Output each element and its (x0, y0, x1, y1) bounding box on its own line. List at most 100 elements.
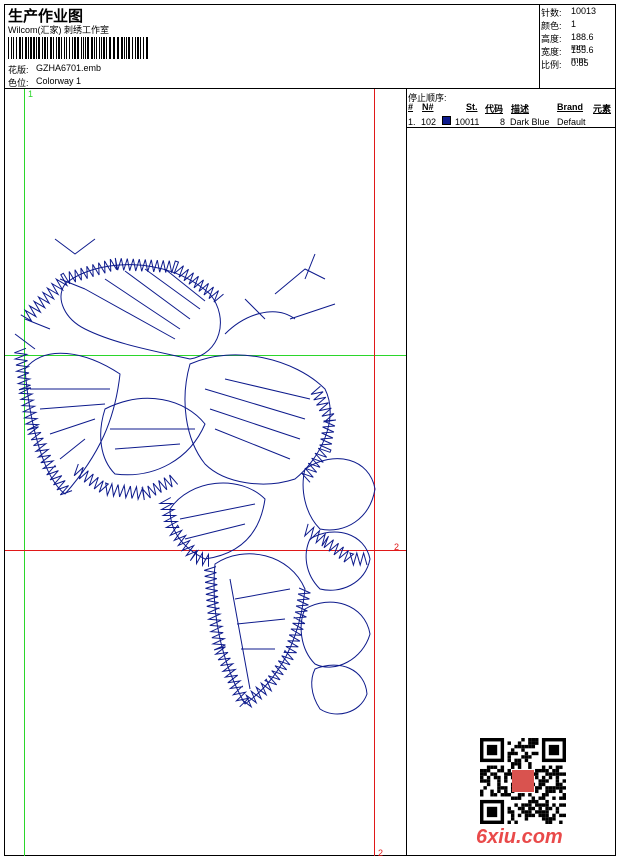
stat-colors: 颜色: 1 (541, 19, 576, 32)
row-code: 10011 (455, 117, 480, 127)
qr-module (517, 796, 522, 800)
barcode-bar (103, 37, 105, 59)
barcode-bar (83, 37, 84, 59)
qr-module (528, 755, 532, 759)
qr-module (538, 796, 542, 800)
qr-module (490, 793, 494, 797)
qr-module (486, 768, 491, 773)
satin-stitch-edge (204, 566, 251, 708)
qr-module (548, 775, 553, 780)
barcode-bar (117, 37, 119, 59)
qr-module (545, 813, 549, 818)
qr-module (528, 793, 532, 797)
barcode-bar (47, 37, 48, 59)
qr-module (497, 779, 501, 783)
qr-module (545, 810, 549, 814)
col-element: 元素 (593, 104, 612, 114)
qr-module (541, 768, 546, 773)
barcode-bar (106, 37, 107, 59)
qr-module (552, 796, 556, 800)
stop-table-divider (406, 127, 616, 128)
qr-module (531, 751, 536, 756)
qr-module (528, 806, 532, 811)
qr-module (538, 813, 542, 818)
qr-module (531, 796, 536, 800)
qr-module (559, 782, 563, 787)
qr-module (524, 810, 529, 814)
barcode-bar (135, 37, 136, 59)
qr-module (541, 775, 546, 780)
qr-module (541, 817, 546, 821)
qr-module (507, 755, 511, 759)
barcode-bar (16, 37, 17, 59)
qr-module (507, 772, 511, 776)
qr-module (507, 741, 511, 745)
qr-module (555, 779, 560, 783)
qr-module (507, 793, 511, 797)
qr-module (545, 793, 549, 797)
qr-module (510, 748, 515, 752)
qr-module (562, 793, 566, 797)
qr-finder (486, 806, 498, 818)
qr-module (517, 806, 522, 811)
qr-finder (548, 744, 560, 756)
qr-module (480, 775, 484, 780)
qr-module (480, 793, 484, 797)
qr-module (559, 796, 563, 800)
side-panel-divider (406, 88, 407, 856)
qr-module (521, 793, 525, 797)
qr-module (545, 789, 549, 794)
qr-module (562, 803, 566, 807)
stat-label: 高度: (541, 34, 562, 44)
embroidery-design (13, 238, 376, 715)
qr-module (510, 796, 515, 800)
stats-divider (539, 4, 540, 88)
qr-module (538, 768, 542, 773)
barcode-bar (126, 37, 127, 59)
branch-shape (224, 253, 336, 335)
qr-module (524, 744, 529, 749)
qr-module (559, 772, 563, 776)
qr-module (531, 799, 536, 804)
barcode-bar (38, 37, 40, 59)
qr-module (548, 765, 553, 769)
barcode-bar (140, 37, 141, 59)
qr-module (559, 786, 563, 790)
qr-module (555, 775, 560, 780)
qr-module (528, 741, 532, 745)
qr-module (493, 772, 498, 776)
barcode-bar (77, 37, 79, 59)
barcode-bar (8, 37, 9, 59)
stat-height: 高度: 188.6 mm (541, 32, 594, 52)
qr-module (541, 793, 546, 797)
design-label: 花版: (8, 65, 29, 75)
flower-shape (311, 664, 368, 715)
qr-module (535, 803, 539, 807)
barcode-bar (143, 37, 144, 59)
qr-module (545, 799, 549, 804)
branch-shape (14, 238, 96, 350)
barcode-bar (11, 37, 12, 59)
satin-stitch-edge (73, 463, 179, 502)
qr-module (555, 768, 560, 773)
flower-shape (300, 601, 371, 668)
qr-module (524, 813, 529, 818)
qr-module (535, 741, 539, 745)
qr-module (514, 744, 518, 749)
qr-module (555, 786, 560, 790)
barcode-bar (137, 37, 139, 59)
qr-module (541, 796, 546, 800)
stat-width: 宽度: 155.6 mm (541, 45, 594, 65)
qr-module (507, 768, 511, 773)
qr-module (562, 796, 566, 800)
stat-label: 比例: (541, 60, 562, 70)
qr-module (531, 744, 536, 749)
qr-module (555, 806, 560, 811)
stat-value: 1 (571, 19, 577, 29)
barcode-bar (22, 37, 23, 59)
qr-module (510, 810, 515, 814)
barcode-bar (30, 37, 32, 59)
barcode-bar (146, 37, 148, 59)
qr-module (514, 820, 518, 824)
qr-module (552, 772, 556, 776)
